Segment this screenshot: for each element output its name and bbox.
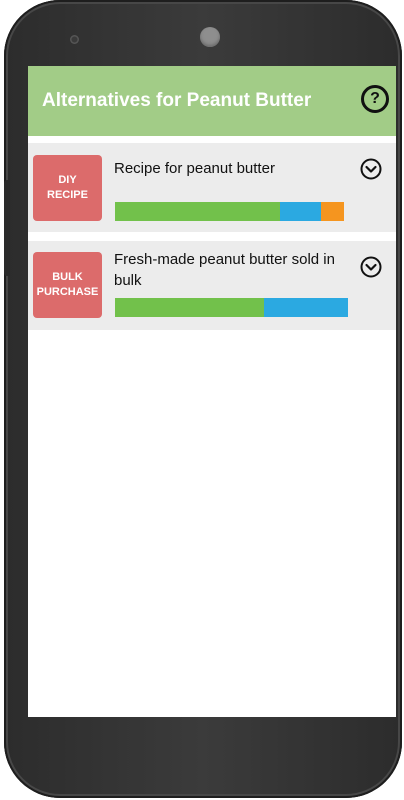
chevron-down-circle-icon[interactable] <box>360 256 382 278</box>
breakdown-bar <box>115 202 344 221</box>
help-button[interactable]: ? <box>361 85 389 113</box>
chevron-down-circle-icon[interactable] <box>360 158 382 180</box>
bulk-purchase-tag[interactable]: BULK PURCHASE <box>33 252 102 318</box>
front-camera <box>70 35 79 44</box>
bar-segment-3 <box>321 202 344 221</box>
breakdown-bar <box>115 298 348 317</box>
phone-side-button <box>4 180 10 276</box>
app-header: Alternatives for Peanut Butter ? <box>28 66 396 136</box>
tag-line-2: PURCHASE <box>36 286 99 298</box>
card-title: Fresh-made peanut butter sold in bulk <box>114 251 335 289</box>
page-title: Alternatives for Peanut Butter <box>42 90 312 111</box>
alternative-card-bulk[interactable]: BULK PURCHASE Fresh-made peanut butter s… <box>28 241 396 330</box>
bar-segment-1 <box>115 298 264 317</box>
bar-segment-1 <box>115 202 280 221</box>
bar-segment-2 <box>263 298 348 317</box>
tag-line-1: DIY <box>58 174 77 186</box>
tag-line-1: BULK <box>52 271 83 283</box>
app-screen: Alternatives for Peanut Butter ? DIY REC… <box>28 66 396 717</box>
diy-recipe-tag[interactable]: DIY RECIPE <box>33 155 102 221</box>
tag-line-2: RECIPE <box>47 189 88 201</box>
alternative-card-diy[interactable]: DIY RECIPE Recipe for peanut butter <box>28 143 396 232</box>
bar-segment-2 <box>279 202 322 221</box>
card-title: Recipe for peanut butter <box>114 160 275 177</box>
phone-frame: Alternatives for Peanut Butter ? DIY REC… <box>4 0 402 798</box>
help-icon: ? <box>370 90 380 107</box>
phone-sensor <box>200 27 220 47</box>
